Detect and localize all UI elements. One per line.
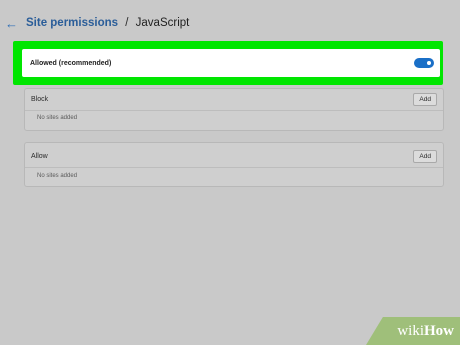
allow-add-button[interactable]: Add [413, 149, 437, 163]
allow-empty-text: No sites added [37, 173, 78, 179]
allowed-label: Allowed (recommended) [30, 59, 112, 67]
block-title: Block [31, 95, 49, 103]
allow-section-header: Allow Add [25, 146, 443, 166]
divider [25, 110, 443, 111]
allow-section: Allow Add No sites added [24, 142, 444, 187]
allowed-toggle[interactable] [414, 58, 434, 68]
allowed-setting-row[interactable]: Allowed (recommended) [22, 49, 440, 77]
allow-title: Allow [31, 152, 48, 160]
toggle-knob [427, 61, 431, 65]
arrow-left-icon[interactable]: ← [5, 17, 18, 30]
block-section-header: Block Add [25, 89, 443, 109]
block-empty-text: No sites added [37, 115, 78, 121]
block-add-button[interactable]: Add [413, 92, 437, 106]
page-title: JavaScript [135, 17, 190, 29]
divider [25, 167, 443, 168]
breadcrumb-site-permissions-link[interactable]: Site permissions [26, 17, 118, 29]
highlight-frame: Allowed (recommended) [13, 41, 443, 85]
watermark-suffix: How [424, 323, 454, 339]
watermark-prefix: wiki [397, 323, 424, 339]
breadcrumb: Site permissions / JavaScript [26, 17, 189, 29]
wikihow-watermark: wikiHow [366, 317, 460, 345]
block-section: Block Add No sites added [24, 88, 444, 131]
page-header: ← Site permissions / JavaScript [5, 14, 189, 32]
breadcrumb-separator: / [125, 17, 129, 29]
watermark-text: wikiHow [397, 323, 454, 340]
